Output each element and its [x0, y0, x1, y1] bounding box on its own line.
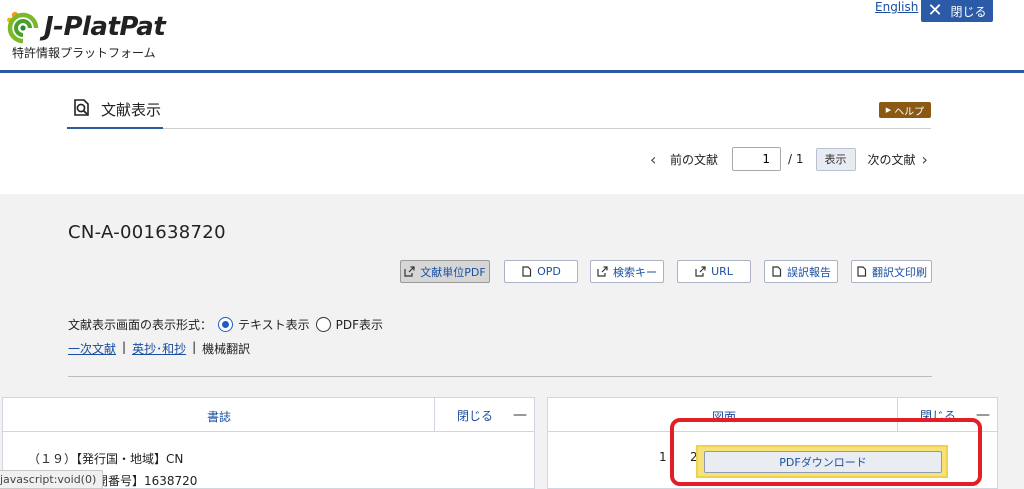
site-header: J-PlatPat 特許情報プラットフォーム English ✕ 閉じる: [0, 0, 1024, 73]
bib-row-country: （１９）【発行国・地域】CN: [28, 452, 184, 466]
primary-document-link[interactable]: 一次文献: [68, 340, 116, 357]
status-bar-url: javascript:void(0): [0, 470, 104, 489]
close-icon: ✕: [927, 0, 943, 21]
close-window-label: 閉じる: [950, 4, 987, 19]
help-button[interactable]: ▶ ヘルプ: [879, 102, 931, 118]
document-icon: [522, 266, 532, 277]
document-id: CN-A-001638720: [68, 222, 226, 243]
search-key-button[interactable]: 検索キー: [590, 260, 664, 283]
text-view-radio[interactable]: [218, 317, 234, 332]
link-separator: |: [122, 340, 127, 354]
display-format-row: 文献表示画面の表示形式： テキスト表示 PDF表示: [68, 316, 383, 333]
display-format-label: 文献表示画面の表示形式：: [68, 318, 213, 332]
opd-button[interactable]: OPD: [504, 260, 578, 283]
page-total: / 1: [788, 152, 804, 166]
text-view-label[interactable]: テキスト表示: [238, 316, 310, 333]
document-pager: ‹ 前の文献 / 1 表示 次の文献 ›: [650, 147, 936, 171]
search-key-label: 検索キー: [613, 265, 657, 279]
logo-subtitle: 特許情報プラットフォーム: [12, 46, 156, 60]
jplatpat-logo[interactable]: J-PlatPat 特許情報プラットフォーム: [6, 4, 176, 64]
logo-wordmark: J-PlatPat: [44, 12, 166, 42]
mistranslation-report-label: 誤訳報告: [787, 265, 831, 279]
play-icon: ▶: [885, 106, 892, 114]
collapse-icon: —: [513, 407, 528, 423]
chevron-right-icon[interactable]: ›: [922, 150, 936, 169]
external-link-icon: [404, 266, 415, 277]
pdf-view-radio[interactable]: [315, 317, 331, 332]
next-document-link[interactable]: 次の文献: [868, 151, 916, 168]
prev-document-link[interactable]: 前の文献: [670, 151, 718, 168]
page-number-input[interactable]: [732, 147, 782, 171]
document-search-icon: [74, 99, 89, 116]
bibliography-close-button[interactable]: 閉じる —: [434, 398, 536, 432]
highlight-annotation: [670, 418, 982, 486]
url-label: URL: [711, 265, 733, 278]
mistranslation-report-button[interactable]: 誤訳報告: [764, 260, 838, 283]
document-view-links: 一次文献 | 英抄･和抄 | 機械翻訳: [68, 340, 250, 357]
close-window-button[interactable]: ✕ 閉じる: [921, 0, 993, 22]
page-title: 文献表示: [101, 101, 162, 119]
pdf-view-label[interactable]: PDF表示: [336, 316, 383, 333]
print-translation-label: 翻訳文印刷: [872, 265, 927, 279]
opd-label: OPD: [537, 265, 561, 278]
logo-swirl-icon: [7, 11, 39, 44]
document-icon: [857, 266, 867, 277]
english-link[interactable]: English: [875, 0, 918, 14]
title-underline: [67, 127, 163, 129]
url-button[interactable]: URL: [677, 260, 751, 283]
document-pdf-button[interactable]: 文献単位PDF: [400, 260, 490, 283]
document-pdf-label: 文献単位PDF: [420, 265, 486, 279]
page-title-bar: 文献表示 ▶ ヘルプ: [67, 93, 931, 129]
bibliography-close-label: 閉じる: [457, 408, 494, 423]
link-separator: |: [192, 340, 197, 354]
print-translation-button[interactable]: 翻訳文印刷: [851, 260, 932, 283]
abstract-link[interactable]: 英抄･和抄: [132, 340, 186, 357]
bibliography-panel-header: 書誌 閉じる —: [3, 398, 534, 432]
document-icon: [772, 266, 782, 277]
drawing-row-number: 1: [659, 450, 667, 464]
section-divider: [68, 376, 932, 377]
help-label: ヘルプ: [894, 106, 925, 118]
machine-translation-label: 機械翻訳: [202, 342, 251, 356]
bibliography-title: 書誌: [207, 410, 232, 424]
external-link-icon: [597, 266, 608, 277]
show-page-button[interactable]: 表示: [815, 147, 856, 171]
external-link-icon: [695, 266, 706, 277]
chevron-left-icon[interactable]: ‹: [650, 150, 664, 169]
